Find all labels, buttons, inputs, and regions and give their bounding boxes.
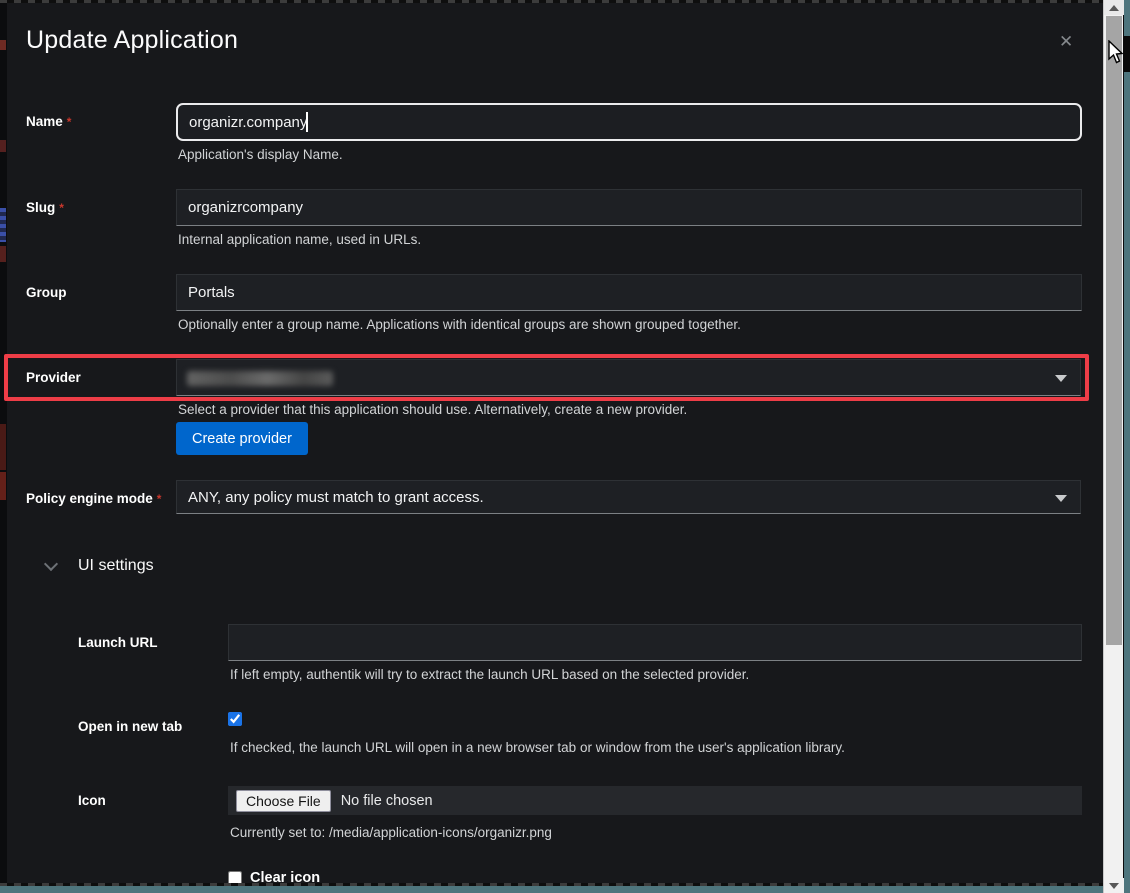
screenshot-edge-strip-right — [1124, 0, 1130, 893]
text-cursor — [306, 112, 308, 132]
slug-input[interactable] — [176, 189, 1082, 226]
scrollbar-thumb[interactable] — [1106, 16, 1122, 645]
chevron-down-icon — [1055, 495, 1067, 502]
policy-engine-mode-label: Policy engine mode* — [26, 491, 161, 506]
policy-engine-mode-select[interactable]: ANY, any policy must match to grant acce… — [176, 480, 1081, 514]
backdrop-fragment — [0, 424, 6, 470]
open-in-new-tab-help: If checked, the launch URL will open in … — [230, 740, 845, 755]
policy-engine-mode-value: ANY, any policy must match to grant acce… — [188, 489, 484, 506]
backdrop-fragment — [0, 472, 6, 500]
arrow-down-icon — [1109, 883, 1119, 889]
provider-select[interactable] — [176, 359, 1081, 396]
launch-url-input[interactable] — [228, 624, 1082, 661]
chevron-down-icon — [1055, 375, 1067, 382]
ui-settings-header[interactable]: UI settings — [78, 557, 154, 575]
screenshot-edge-top — [0, 0, 1130, 3]
slug-help: Internal application name, used in URLs. — [178, 232, 421, 247]
icon-label: Icon — [78, 793, 106, 808]
name-label: Name* — [26, 114, 71, 129]
required-marker: * — [157, 492, 162, 506]
backdrop-fragment — [0, 40, 6, 50]
choose-file-button[interactable]: Choose File — [236, 790, 331, 812]
launch-url-label: Launch URL — [78, 635, 158, 650]
provider-label: Provider — [26, 370, 81, 385]
file-chosen-status: No file chosen — [341, 793, 433, 809]
group-help: Optionally enter a group name. Applicati… — [178, 317, 741, 332]
icon-file-input[interactable]: Choose File No file chosen — [228, 786, 1082, 815]
required-marker: * — [67, 115, 72, 129]
provider-help: Select a provider that this application … — [178, 402, 687, 417]
name-help: Application's display Name. — [178, 147, 343, 162]
backdrop-fragment — [0, 208, 6, 242]
open-in-new-tab-checkbox[interactable] — [228, 712, 242, 726]
launch-url-help: If left empty, authentik will try to ext… — [230, 667, 749, 682]
scrollbar-down-button[interactable] — [1104, 878, 1124, 893]
slug-label: Slug* — [26, 200, 64, 215]
group-label: Group — [26, 285, 67, 300]
modal-title: Update Application — [26, 26, 238, 55]
screenshot-root: Update Application ✕ Name* Application's… — [0, 0, 1130, 893]
required-marker: * — [59, 201, 64, 215]
create-provider-button[interactable]: Create provider — [176, 422, 308, 455]
close-icon[interactable]: ✕ — [1059, 33, 1073, 50]
mouse-cursor — [1108, 40, 1126, 66]
name-input[interactable] — [176, 103, 1082, 141]
open-in-new-tab-label: Open in new tab — [78, 719, 182, 734]
provider-value-redacted — [187, 371, 333, 386]
scrollbar[interactable] — [1103, 0, 1123, 893]
icon-help: Currently set to: /media/application-ico… — [230, 825, 552, 840]
screenshot-edge-strip-bottom — [0, 886, 1130, 893]
arrow-up-icon — [1109, 5, 1119, 11]
scrollbar-up-button[interactable] — [1104, 0, 1124, 15]
group-input[interactable] — [176, 274, 1082, 311]
backdrop-fragment — [0, 246, 6, 262]
backdrop-fragment — [0, 140, 6, 152]
